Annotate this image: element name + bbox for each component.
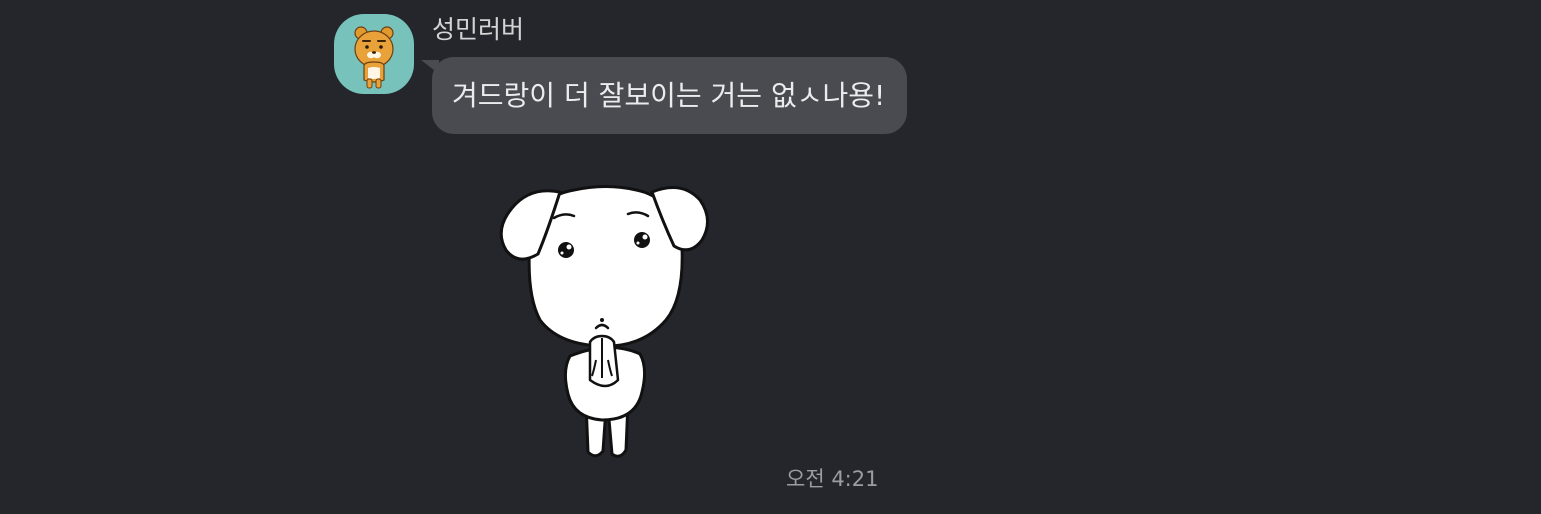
message-bubble[interactable]: 겨드랑이 더 잘보이는 거는 없ㅅ나용! [432, 57, 908, 134]
lion-character-icon [354, 26, 394, 89]
profile-avatar-icon[interactable] [334, 14, 414, 94]
puppy-pleading-sticker-icon[interactable] [490, 170, 720, 470]
sender-name: 성민러버 [432, 15, 525, 44]
chat-area: 성민러버 겨드랑이 더 잘보이는 거는 없ㅅ나용! 오전 4:21 [0, 0, 1541, 514]
message-timestamp: 오전 4:21 [786, 467, 879, 491]
puppy-sticker-drawing [499, 184, 709, 458]
